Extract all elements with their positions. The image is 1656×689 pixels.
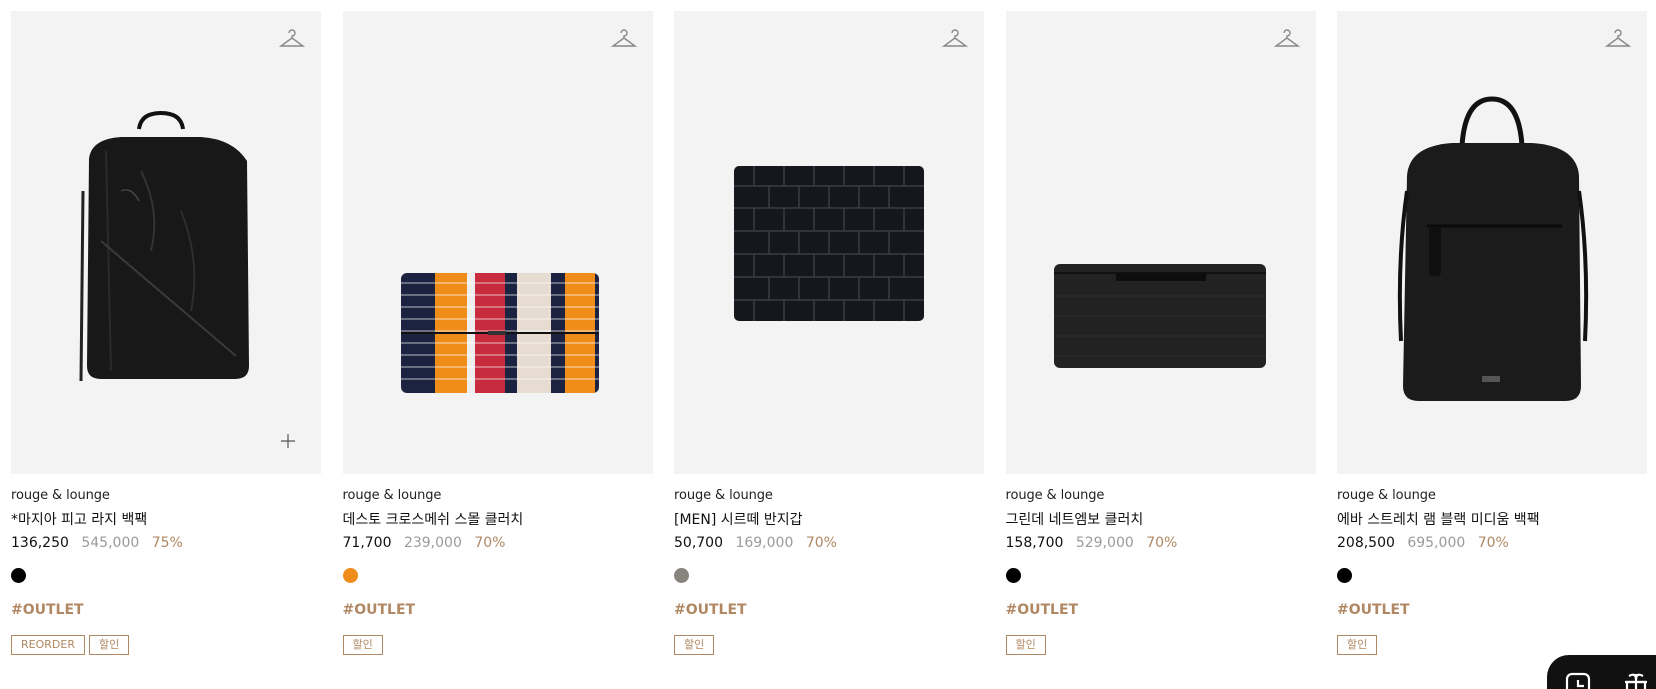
product-image[interactable] bbox=[674, 11, 984, 474]
outlet-tag[interactable]: #OUTLET bbox=[674, 602, 984, 618]
product-card[interactable]: rouge & lounge *마지아 피고 라지 백팩 136,250 545… bbox=[11, 11, 321, 655]
original-price: 545,000 bbox=[81, 535, 140, 551]
original-price: 169,000 bbox=[735, 535, 794, 551]
color-swatches bbox=[11, 568, 321, 584]
sale-price: 71,700 bbox=[342, 535, 392, 551]
product-image[interactable] bbox=[11, 11, 321, 474]
hanger-icon[interactable] bbox=[279, 27, 305, 51]
discount-rate: 70% bbox=[1477, 535, 1509, 551]
hanger-icon[interactable] bbox=[610, 27, 637, 51]
discount-badge: 할인 bbox=[674, 635, 715, 655]
discount-badge: 할인 bbox=[342, 635, 383, 655]
price-row: 50,700 169,000 70% bbox=[674, 534, 984, 552]
hanger-icon[interactable] bbox=[1273, 27, 1300, 51]
discount-badge: 할인 bbox=[1005, 635, 1046, 655]
original-price: 695,000 bbox=[1407, 535, 1466, 551]
striped-clutch-image bbox=[400, 273, 599, 393]
price-row: 136,250 545,000 75% bbox=[11, 534, 321, 552]
product-image[interactable] bbox=[1337, 11, 1647, 474]
discount-rate: 70% bbox=[805, 535, 837, 551]
product-card[interactable]: rouge & lounge [MEN] 시르떼 반지갑 50,700 169,… bbox=[674, 11, 984, 655]
sale-price: 50,700 bbox=[674, 535, 723, 551]
product-brand: rouge & lounge bbox=[1005, 488, 1105, 503]
reorder-badge: REORDER bbox=[11, 635, 85, 655]
color-swatch-orange[interactable] bbox=[342, 568, 358, 583]
product-grid: rouge & lounge *마지아 피고 라지 백팩 136,250 545… bbox=[11, 11, 1647, 655]
discount-rate: 75% bbox=[151, 535, 183, 551]
product-image[interactable] bbox=[342, 11, 653, 474]
outlet-tag[interactable]: #OUTLET bbox=[11, 602, 321, 618]
product-card[interactable]: rouge & lounge 에바 스트레치 램 블랙 미디움 백팩 208,5… bbox=[1337, 11, 1647, 655]
hanger-icon[interactable] bbox=[942, 27, 968, 51]
price-row: 208,500 695,000 70% bbox=[1337, 534, 1647, 552]
original-price: 239,000 bbox=[403, 535, 462, 551]
product-brand: rouge & lounge bbox=[342, 488, 442, 503]
badge-list: 할인 bbox=[1337, 635, 1647, 655]
plus-icon[interactable] bbox=[280, 433, 296, 449]
product-name[interactable]: [MEN] 시르떼 반지갑 bbox=[674, 511, 984, 529]
product-name[interactable]: *마지아 피고 라지 백팩 bbox=[11, 511, 321, 529]
discount-rate: 70% bbox=[474, 535, 506, 551]
price-row: 158,700 529,000 70% bbox=[1006, 534, 1316, 552]
black-backpack-image bbox=[79, 110, 249, 382]
discount-rate: 70% bbox=[1146, 535, 1178, 551]
original-price: 529,000 bbox=[1075, 535, 1134, 551]
clock-icon[interactable] bbox=[1565, 672, 1591, 689]
color-swatch-black[interactable] bbox=[11, 568, 26, 583]
color-swatches bbox=[674, 568, 984, 584]
product-image[interactable] bbox=[1005, 11, 1316, 474]
product-card[interactable]: rouge & lounge 데스토 크로스메쉬 스몰 클러치 71,700 2… bbox=[342, 11, 653, 655]
product-brand: rouge & lounge bbox=[11, 488, 110, 503]
outlet-tag[interactable]: #OUTLET bbox=[1006, 602, 1316, 618]
sale-price: 158,700 bbox=[1005, 535, 1064, 551]
color-swatch-black[interactable] bbox=[1005, 568, 1021, 583]
badge-list: REORDER 할인 bbox=[11, 635, 321, 655]
color-swatch-gray[interactable] bbox=[674, 568, 689, 583]
badge-list: 할인 bbox=[1005, 635, 1316, 655]
black-medium-backpack-image bbox=[1397, 96, 1589, 401]
product-brand: rouge & lounge bbox=[674, 488, 773, 503]
price-row: 71,700 239,000 70% bbox=[343, 534, 653, 552]
hanger-icon[interactable] bbox=[1605, 27, 1631, 51]
product-name[interactable]: 에바 스트레치 램 블랙 미디움 백팩 bbox=[1337, 511, 1647, 529]
black-clutch-image bbox=[1053, 264, 1266, 368]
color-swatches bbox=[1337, 568, 1647, 584]
sale-price: 136,250 bbox=[11, 535, 69, 551]
outlet-tag[interactable]: #OUTLET bbox=[343, 602, 653, 618]
color-swatches bbox=[1005, 568, 1316, 584]
floating-action-bar[interactable] bbox=[1547, 655, 1656, 689]
badge-list: 할인 bbox=[342, 635, 653, 655]
badge-list: 할인 bbox=[674, 635, 984, 655]
outlet-tag[interactable]: #OUTLET bbox=[1337, 602, 1647, 618]
croc-wallet-image bbox=[734, 166, 924, 321]
product-name[interactable]: 그린데 네트엠보 클러치 bbox=[1006, 511, 1316, 529]
product-brand: rouge & lounge bbox=[1337, 488, 1436, 503]
discount-badge: 할인 bbox=[88, 635, 130, 655]
product-name[interactable]: 데스토 크로스메쉬 스몰 클러치 bbox=[343, 511, 653, 529]
discount-badge: 할인 bbox=[1337, 635, 1378, 655]
color-swatch-black[interactable] bbox=[1337, 568, 1352, 583]
sale-price: 208,500 bbox=[1337, 535, 1395, 551]
product-card[interactable]: rouge & lounge 그린데 네트엠보 클러치 158,700 529,… bbox=[1005, 11, 1316, 655]
gift-icon[interactable] bbox=[1621, 672, 1651, 689]
color-swatches bbox=[342, 568, 653, 584]
